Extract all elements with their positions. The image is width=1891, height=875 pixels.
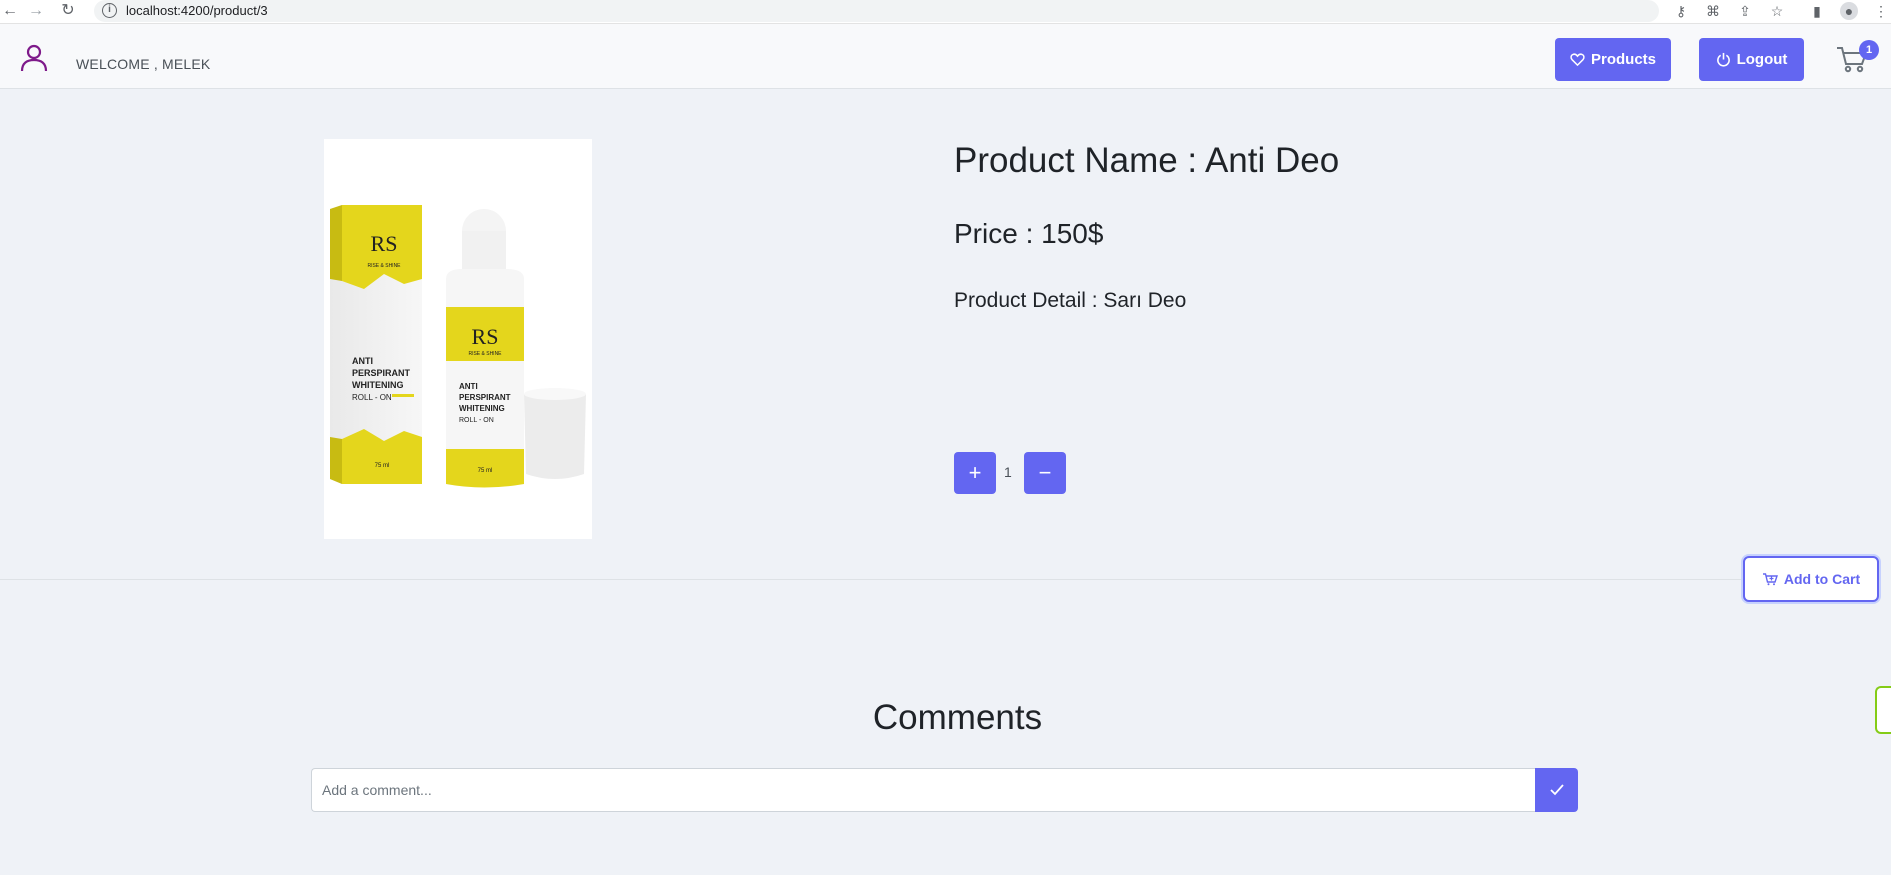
bottle-tagline-text: RISE & SHINE (468, 351, 502, 357)
url-text: localhost:4200/product/3 (126, 3, 268, 18)
box-line3-text: WHITENING (352, 380, 404, 390)
share-icon[interactable]: ⇪ (1736, 2, 1754, 20)
product-price: Price : 150$ (954, 218, 1104, 249)
product-detail: Product Detail : Sarı Deo (954, 289, 1187, 312)
minus-icon: − (1038, 460, 1052, 485)
back-icon[interactable]: ← (0, 1, 20, 21)
side-panel-icon[interactable]: ▮ (1808, 2, 1826, 20)
bookmark-star-icon[interactable]: ☆ (1768, 2, 1786, 20)
bottle-line2-text: PERSPIRANT (459, 393, 511, 402)
cart-button[interactable]: 1 (1835, 40, 1879, 78)
bottle-brand-text: RS (472, 324, 499, 349)
logout-button[interactable]: Logout (1699, 38, 1804, 81)
address-bar[interactable]: i localhost:4200/product/3 (94, 0, 1659, 22)
menu-kebab-icon[interactable]: ⋮ (1872, 2, 1890, 20)
check-icon (1549, 784, 1564, 796)
box-brand-text: RS (371, 231, 398, 256)
product-name: Product Name : Anti Deo (954, 141, 1340, 180)
cart-plus-icon (1762, 573, 1778, 586)
forward-icon[interactable]: → (26, 1, 46, 21)
plus-icon: + (968, 460, 982, 485)
welcome-text: WELCOME , MELEK (76, 56, 211, 72)
profile-icon[interactable]: ● (1840, 2, 1858, 20)
submit-comment-button[interactable] (1535, 768, 1578, 812)
products-button[interactable]: Products (1555, 38, 1671, 81)
browser-toolbar: ← → ↻ i localhost:4200/product/3 ⚷ ⌘ ⇪ ☆… (0, 0, 1891, 24)
reload-icon[interactable]: ↻ (58, 1, 78, 21)
add-to-cart-button[interactable]: Add to Cart (1743, 556, 1879, 602)
power-icon (1716, 52, 1730, 67)
box-line1-text: ANTI (352, 356, 373, 366)
comment-input[interactable] (311, 768, 1535, 812)
cart-count-badge: 1 (1859, 40, 1879, 60)
add-to-cart-label: Add to Cart (1783, 571, 1861, 587)
box-line2-text: PERSPIRANT (352, 368, 411, 378)
bottle-volume-text: 75 ml (478, 468, 493, 474)
bottle-line3-text: WHITENING (459, 404, 505, 413)
decrease-quantity-button[interactable]: − (1024, 452, 1066, 494)
quantity-value: 1 (1004, 464, 1012, 480)
app-header: WELCOME , MELEK Products Logout 1 (0, 24, 1891, 89)
key-icon[interactable]: ⚷ (1672, 2, 1690, 20)
logout-button-label: Logout (1736, 51, 1788, 68)
comments-title: Comments (872, 698, 1043, 737)
box-tagline-text: RISE & SHINE (367, 263, 401, 269)
bottle-line1-text: ANTI (459, 382, 478, 391)
user-icon[interactable] (18, 42, 50, 74)
bottle-line4-text: ROLL - ON (459, 417, 494, 424)
products-button-label: Products (1590, 51, 1656, 68)
box-line4-text: ROLL - ON (352, 393, 392, 402)
increase-quantity-button[interactable]: + (954, 452, 996, 494)
box-volume-text: 75 ml (375, 463, 390, 469)
translate-icon[interactable]: ⌘ (1704, 2, 1722, 20)
product-image: RS RISE & SHINE ANTI PERSPIRANT WHITENIN… (324, 139, 592, 539)
site-info-icon[interactable]: i (102, 3, 117, 18)
section-divider (0, 579, 1742, 580)
heart-icon (1570, 53, 1585, 67)
